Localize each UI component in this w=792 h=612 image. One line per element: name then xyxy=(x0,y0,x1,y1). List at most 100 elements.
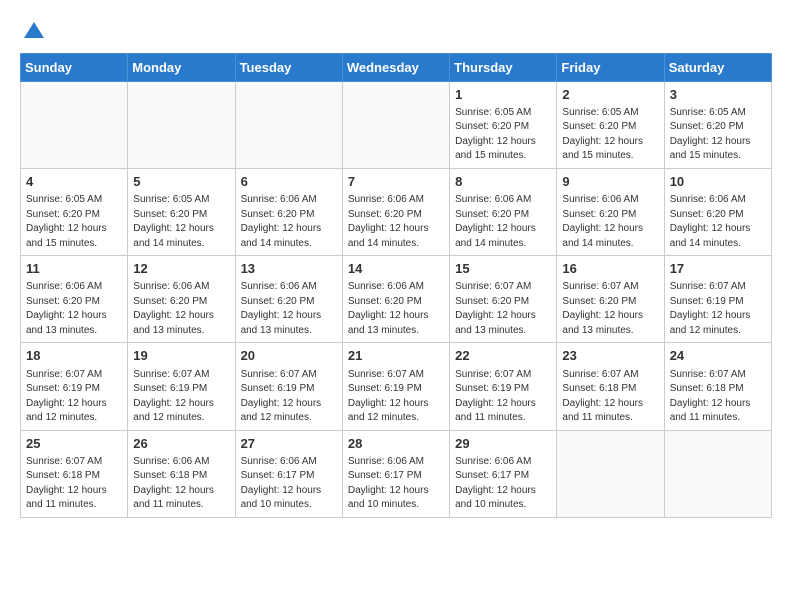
calendar-table: SundayMondayTuesdayWednesdayThursdayFrid… xyxy=(20,53,772,518)
weekday-thursday: Thursday xyxy=(450,53,557,81)
day-number: 4 xyxy=(26,173,122,191)
day-number: 29 xyxy=(455,435,551,453)
day-number: 5 xyxy=(133,173,229,191)
week-row-5: 25 Sunrise: 6:07 AM Sunset: 6:18 PM Dayli… xyxy=(21,430,772,517)
day-info: Sunrise: 6:06 AM Sunset: 6:20 PM Dayligh… xyxy=(670,193,766,251)
day-number: 11 xyxy=(26,260,122,278)
day-info: Sunrise: 6:07 AM Sunset: 6:19 PM Dayligh… xyxy=(348,368,444,426)
weekday-tuesday: Tuesday xyxy=(235,53,342,81)
day-cell: 22 Sunrise: 6:07 AM Sunset: 6:19 PM Dayli… xyxy=(450,343,557,430)
day-number: 9 xyxy=(562,173,658,191)
day-number: 7 xyxy=(348,173,444,191)
day-cell: 27 Sunrise: 6:06 AM Sunset: 6:17 PM Dayli… xyxy=(235,430,342,517)
day-info: Sunrise: 6:06 AM Sunset: 6:17 PM Dayligh… xyxy=(348,455,444,513)
day-cell: 19 Sunrise: 6:07 AM Sunset: 6:19 PM Dayli… xyxy=(128,343,235,430)
day-number: 15 xyxy=(455,260,551,278)
week-row-3: 11 Sunrise: 6:06 AM Sunset: 6:20 PM Dayli… xyxy=(21,256,772,343)
day-info: Sunrise: 6:05 AM Sunset: 6:20 PM Dayligh… xyxy=(133,193,229,251)
day-info: Sunrise: 6:06 AM Sunset: 6:20 PM Dayligh… xyxy=(26,280,122,338)
calendar-body: 1 Sunrise: 6:05 AM Sunset: 6:20 PM Daylig… xyxy=(21,81,772,517)
day-number: 22 xyxy=(455,347,551,365)
day-cell: 18 Sunrise: 6:07 AM Sunset: 6:19 PM Dayli… xyxy=(21,343,128,430)
day-cell: 20Sunrise: 6:07 AM Sunset: 6:19 PM Dayli… xyxy=(235,343,342,430)
day-cell: 11 Sunrise: 6:06 AM Sunset: 6:20 PM Dayli… xyxy=(21,256,128,343)
day-cell: 26 Sunrise: 6:06 AM Sunset: 6:18 PM Dayli… xyxy=(128,430,235,517)
day-info: Sunrise: 6:07 AM Sunset: 6:19 PM Dayligh… xyxy=(455,368,551,426)
day-cell: 29 Sunrise: 6:06 AM Sunset: 6:17 PM Dayli… xyxy=(450,430,557,517)
day-number: 16 xyxy=(562,260,658,278)
day-number: 3 xyxy=(670,86,766,104)
day-cell: 28 Sunrise: 6:06 AM Sunset: 6:17 PM Dayli… xyxy=(342,430,449,517)
day-info: Sunrise: 6:06 AM Sunset: 6:20 PM Dayligh… xyxy=(348,280,444,338)
day-number: 21 xyxy=(348,347,444,365)
day-cell: 4 Sunrise: 6:05 AM Sunset: 6:20 PM Daylig… xyxy=(21,168,128,255)
day-number: 1 xyxy=(455,86,551,104)
day-number: 14 xyxy=(348,260,444,278)
page-header xyxy=(20,16,772,45)
day-info: Sunrise: 6:05 AM Sunset: 6:20 PM Dayligh… xyxy=(562,106,658,164)
day-info: Sunrise: 6:06 AM Sunset: 6:20 PM Dayligh… xyxy=(562,193,658,251)
day-cell: 15Sunrise: 6:07 AM Sunset: 6:20 PM Dayli… xyxy=(450,256,557,343)
day-cell: 12 Sunrise: 6:06 AM Sunset: 6:20 PM Dayli… xyxy=(128,256,235,343)
day-cell xyxy=(21,81,128,168)
day-cell: 21 Sunrise: 6:07 AM Sunset: 6:19 PM Dayli… xyxy=(342,343,449,430)
day-info: Sunrise: 6:06 AM Sunset: 6:17 PM Dayligh… xyxy=(455,455,551,513)
day-info: Sunrise: 6:07 AM Sunset: 6:19 PM Dayligh… xyxy=(133,368,229,426)
weekday-friday: Friday xyxy=(557,53,664,81)
day-info: Sunrise: 6:05 AM Sunset: 6:20 PM Dayligh… xyxy=(26,193,122,251)
day-cell: 25 Sunrise: 6:07 AM Sunset: 6:18 PM Dayli… xyxy=(21,430,128,517)
day-number: 25 xyxy=(26,435,122,453)
day-cell: 14 Sunrise: 6:06 AM Sunset: 6:20 PM Dayli… xyxy=(342,256,449,343)
day-number: 23 xyxy=(562,347,658,365)
day-number: 18 xyxy=(26,347,122,365)
day-cell xyxy=(128,81,235,168)
day-number: 2 xyxy=(562,86,658,104)
day-info: Sunrise: 6:07 AM Sunset: 6:18 PM Dayligh… xyxy=(670,368,766,426)
day-info: Sunrise: 6:06 AM Sunset: 6:18 PM Dayligh… xyxy=(133,455,229,513)
day-cell xyxy=(557,430,664,517)
day-cell: 1 Sunrise: 6:05 AM Sunset: 6:20 PM Daylig… xyxy=(450,81,557,168)
weekday-wednesday: Wednesday xyxy=(342,53,449,81)
weekday-header-row: SundayMondayTuesdayWednesdayThursdayFrid… xyxy=(21,53,772,81)
weekday-saturday: Saturday xyxy=(664,53,771,81)
week-row-2: 4 Sunrise: 6:05 AM Sunset: 6:20 PM Daylig… xyxy=(21,168,772,255)
day-info: Sunrise: 6:06 AM Sunset: 6:20 PM Dayligh… xyxy=(133,280,229,338)
day-number: 10 xyxy=(670,173,766,191)
day-info: Sunrise: 6:05 AM Sunset: 6:20 PM Dayligh… xyxy=(670,106,766,164)
calendar-header: SundayMondayTuesdayWednesdayThursdayFrid… xyxy=(21,53,772,81)
day-info: Sunrise: 6:07 AM Sunset: 6:19 PM Dayligh… xyxy=(670,280,766,338)
day-number: 8 xyxy=(455,173,551,191)
day-cell xyxy=(235,81,342,168)
day-info: Sunrise: 6:06 AM Sunset: 6:20 PM Dayligh… xyxy=(455,193,551,251)
day-cell: 13 Sunrise: 6:06 AM Sunset: 6:20 PM Dayli… xyxy=(235,256,342,343)
day-number: 12 xyxy=(133,260,229,278)
day-cell: 17 Sunrise: 6:07 AM Sunset: 6:19 PM Dayli… xyxy=(664,256,771,343)
day-info: Sunrise: 6:06 AM Sunset: 6:17 PM Dayligh… xyxy=(241,455,337,513)
day-info: Sunrise: 6:07 AM Sunset: 6:18 PM Dayligh… xyxy=(562,368,658,426)
day-info: Sunrise: 6:07 AM Sunset: 6:18 PM Dayligh… xyxy=(26,455,122,513)
logo xyxy=(20,20,46,45)
day-cell: 23 Sunrise: 6:07 AM Sunset: 6:18 PM Dayli… xyxy=(557,343,664,430)
day-cell xyxy=(342,81,449,168)
day-number: 17 xyxy=(670,260,766,278)
day-number: 19 xyxy=(133,347,229,365)
day-number: 26 xyxy=(133,435,229,453)
day-cell: 2 Sunrise: 6:05 AM Sunset: 6:20 PM Daylig… xyxy=(557,81,664,168)
day-cell: 7Sunrise: 6:06 AM Sunset: 6:20 PM Daylig… xyxy=(342,168,449,255)
day-cell: 5 Sunrise: 6:05 AM Sunset: 6:20 PM Daylig… xyxy=(128,168,235,255)
day-number: 27 xyxy=(241,435,337,453)
day-number: 20 xyxy=(241,347,337,365)
day-info: Sunrise: 6:05 AM Sunset: 6:20 PM Dayligh… xyxy=(455,106,551,164)
day-number: 6 xyxy=(241,173,337,191)
day-info: Sunrise: 6:06 AM Sunset: 6:20 PM Dayligh… xyxy=(241,280,337,338)
day-number: 24 xyxy=(670,347,766,365)
day-cell: 10 Sunrise: 6:06 AM Sunset: 6:20 PM Dayli… xyxy=(664,168,771,255)
weekday-monday: Monday xyxy=(128,53,235,81)
logo-icon xyxy=(20,24,46,44)
day-info: Sunrise: 6:07 AM Sunset: 6:20 PM Dayligh… xyxy=(562,280,658,338)
day-number: 13 xyxy=(241,260,337,278)
day-cell: 3 Sunrise: 6:05 AM Sunset: 6:20 PM Daylig… xyxy=(664,81,771,168)
day-info: Sunrise: 6:07 AM Sunset: 6:19 PM Dayligh… xyxy=(26,368,122,426)
day-number: 28 xyxy=(348,435,444,453)
week-row-4: 18 Sunrise: 6:07 AM Sunset: 6:19 PM Dayli… xyxy=(21,343,772,430)
